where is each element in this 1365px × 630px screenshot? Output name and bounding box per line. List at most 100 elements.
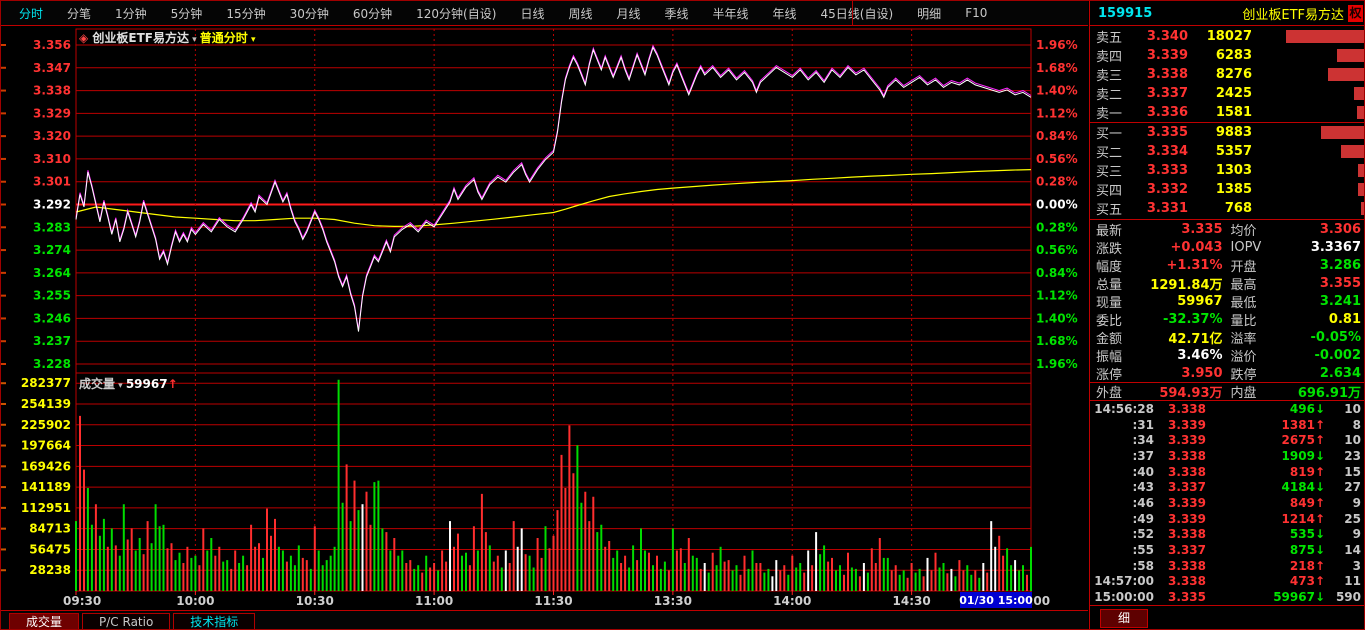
menu-item[interactable]: F10 xyxy=(953,6,999,20)
stat-label: 幅度 xyxy=(1096,256,1138,275)
tick-row[interactable]: :34 3.339 2675↑ 10 xyxy=(1090,432,1365,448)
tick-volume: 1909↓ xyxy=(1206,449,1325,463)
bid-label: 买三 xyxy=(1096,161,1132,180)
tick-row[interactable]: 14:56:28 3.338 496↓ 10 xyxy=(1090,401,1365,417)
pct-axis-label: 0.28% xyxy=(1036,175,1078,189)
bid-row[interactable]: 买五 3.331 768 xyxy=(1090,199,1365,218)
menu-item[interactable]: 分时 xyxy=(7,5,55,22)
stat-label: 最新 xyxy=(1096,220,1138,239)
ask-price: 3.339 xyxy=(1132,48,1188,63)
tick-row[interactable]: :40 3.338 819↑ 15 xyxy=(1090,464,1365,480)
tick-volume: 1214↑ xyxy=(1206,512,1325,526)
chart-tab[interactable]: P/C Ratio xyxy=(82,613,170,630)
tick-row[interactable]: :55 3.337 875↓ 14 xyxy=(1090,542,1365,558)
menu-item[interactable]: 季线 xyxy=(652,5,700,22)
stat-row: 振幅 3.46% 溢价 -0.002 xyxy=(1090,346,1365,364)
stat-label: 委比 xyxy=(1096,310,1138,329)
menu-item[interactable]: 半年线 xyxy=(701,5,761,22)
ask-row[interactable]: 卖四 3.339 6283 xyxy=(1090,46,1365,65)
stat-value: +0.043 xyxy=(1138,240,1223,255)
price-axis-label: 3.356 xyxy=(33,38,71,52)
stock-code[interactable]: 159915 xyxy=(1098,6,1152,21)
tick-count: 27 xyxy=(1325,480,1361,494)
rights-badge[interactable]: 权 xyxy=(1348,5,1363,22)
ask-row[interactable]: 卖一 3.336 1581 xyxy=(1090,103,1365,122)
depth-bar xyxy=(1354,87,1364,100)
axis-tick xyxy=(1,181,6,183)
tick-time: 15:00:00 xyxy=(1094,590,1154,604)
chart-canvas[interactable]: 3.3561.96%3.3471.68%3.3381.40%3.3291.12%… xyxy=(1,27,1088,609)
tick-volume: 2675↑ xyxy=(1206,433,1325,447)
direction-arrow-icon: ↑ xyxy=(1315,512,1325,526)
menu-item[interactable]: 30分钟 xyxy=(278,5,341,22)
menu-item[interactable]: 60分钟 xyxy=(341,5,404,22)
stat-label: 振幅 xyxy=(1096,346,1138,365)
menu-item[interactable]: 120分钟(自设) xyxy=(404,5,508,22)
tick-row[interactable]: :49 3.339 1214↑ 25 xyxy=(1090,511,1365,527)
price-axis-label: 3.320 xyxy=(33,129,71,143)
menu-item[interactable]: 年线 xyxy=(761,5,809,22)
tick-volume: 496↓ xyxy=(1206,402,1325,416)
menu-item[interactable]: 周线 xyxy=(556,5,604,22)
volume-indicator-header[interactable]: 成交量 ▾ 59967↑ xyxy=(79,376,178,391)
tick-row[interactable]: :37 3.338 1909↓ 23 xyxy=(1090,448,1365,464)
ask-row[interactable]: 卖五 3.340 18027 xyxy=(1090,27,1365,46)
bid-row[interactable]: 买一 3.335 9883 xyxy=(1090,123,1365,142)
price-axis-label: 3.274 xyxy=(33,243,71,257)
tick-row[interactable]: 14:57:00 3.338 473↑ 11 xyxy=(1090,574,1365,590)
direction-arrow-icon: ↓ xyxy=(1315,480,1325,494)
stat-value: 3.950 xyxy=(1138,366,1223,381)
axis-tick xyxy=(1,249,6,251)
menu-item[interactable]: 45日线(自设) xyxy=(809,5,906,22)
depth-bar xyxy=(1328,68,1364,81)
axis-tick xyxy=(1,90,6,92)
tick-volume: 59967↓ xyxy=(1206,590,1325,604)
pct-axis-label: 0.28% xyxy=(1036,220,1078,234)
axis-tick xyxy=(1,445,6,447)
bid-row[interactable]: 买二 3.334 5357 xyxy=(1090,142,1365,161)
price-axis-label: 3.292 xyxy=(33,198,71,212)
time-axis-label: 13:30 xyxy=(654,594,692,608)
depth-bar xyxy=(1337,49,1364,62)
menu-item[interactable]: 明细 xyxy=(905,5,953,22)
ask-row[interactable]: 卖二 3.337 2425 xyxy=(1090,84,1365,103)
volume-axis-label: 282377 xyxy=(21,376,71,390)
tick-row[interactable]: 15:00:00 3.335 59967↓ 590 xyxy=(1090,589,1365,605)
bid-label: 买二 xyxy=(1096,142,1132,161)
chart-symbol-header[interactable]: ◈ 创业板ETF易方达 ▾ 普通分时 ▾ xyxy=(79,30,256,45)
tick-price: 3.337 xyxy=(1154,480,1206,494)
ask-volume: 8276 xyxy=(1188,67,1252,82)
tick-price: 3.338 xyxy=(1154,574,1206,588)
menu-item[interactable]: 日线 xyxy=(508,5,556,22)
menu-item[interactable]: 月线 xyxy=(604,5,652,22)
volume-axis-label: 197664 xyxy=(21,439,71,453)
menu-item[interactable]: 分笔 xyxy=(55,5,103,22)
depth-bar xyxy=(1358,183,1364,196)
bid-row[interactable]: 买四 3.332 1385 xyxy=(1090,180,1365,199)
tick-volume: 4184↓ xyxy=(1206,480,1325,494)
tick-row[interactable]: :43 3.337 4184↓ 27 xyxy=(1090,479,1365,495)
menu-item[interactable]: 1分钟 xyxy=(103,5,159,22)
stat-value: 3.46% xyxy=(1138,348,1223,363)
inner-label: 内盘 xyxy=(1231,382,1277,401)
tick-volume: 218↑ xyxy=(1206,559,1325,573)
bid-row[interactable]: 买三 3.333 1303 xyxy=(1090,161,1365,180)
tick-row[interactable]: :58 3.338 218↑ 3 xyxy=(1090,558,1365,574)
tick-row[interactable]: :31 3.339 1381↑ 8 xyxy=(1090,417,1365,433)
order-book: 卖五 3.340 18027 卖四 3.339 6283 卖三 xyxy=(1090,27,1365,218)
tick-row[interactable]: :52 3.338 535↓ 9 xyxy=(1090,527,1365,543)
chart-tab[interactable]: 成交量 xyxy=(9,613,79,630)
axis-tick xyxy=(1,44,6,46)
detail-tab[interactable]: 细 xyxy=(1100,609,1148,628)
volume-axis-label: 112951 xyxy=(21,501,71,515)
stat-value: 3.355 xyxy=(1277,276,1362,291)
chart-tab[interactable]: 技术指标 xyxy=(173,613,255,630)
tick-row[interactable]: :46 3.339 849↑ 9 xyxy=(1090,495,1365,511)
intraday-chart[interactable]: 3.3561.96%3.3471.68%3.3381.40%3.3291.12%… xyxy=(1,27,1088,609)
ask-row[interactable]: 卖三 3.338 8276 xyxy=(1090,65,1365,84)
menu-item[interactable]: 15分钟 xyxy=(214,5,277,22)
tick-price: 3.338 xyxy=(1154,449,1206,463)
menu-item[interactable]: 5分钟 xyxy=(159,5,215,22)
price-axis-label: 3.283 xyxy=(33,220,71,234)
bid-label: 买四 xyxy=(1096,180,1132,199)
